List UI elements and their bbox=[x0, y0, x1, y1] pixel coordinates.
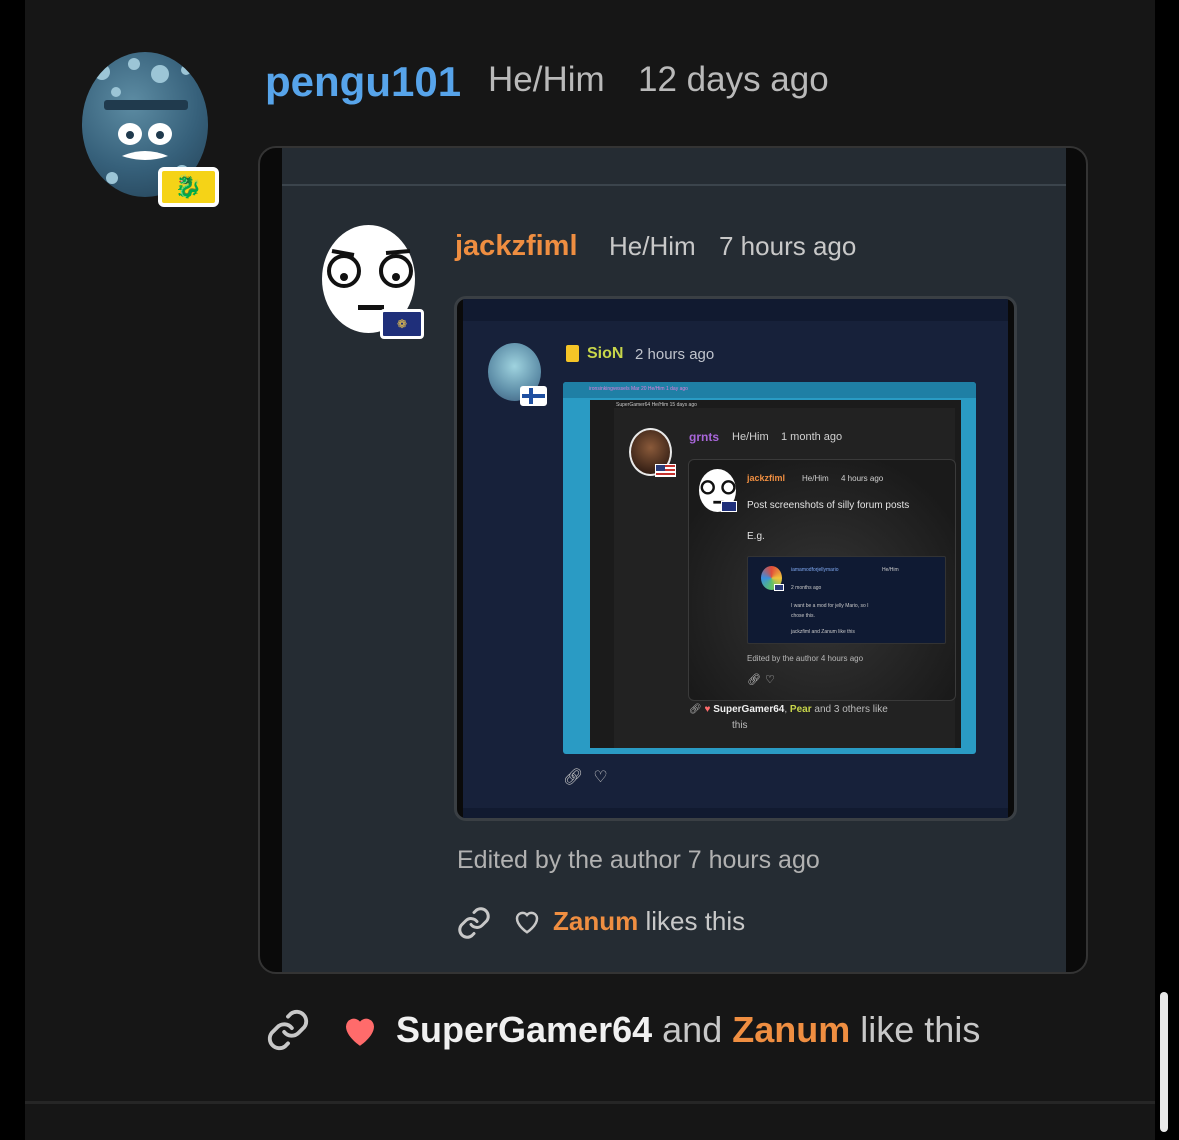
like-suffix: likes this bbox=[645, 906, 746, 936]
link-icon[interactable] bbox=[456, 905, 492, 941]
jack2-actions: 🔗︎♡ bbox=[747, 673, 779, 686]
quoted-likes: Zanum likes this bbox=[553, 906, 745, 937]
like-suffix: and 3 others like bbox=[814, 704, 888, 715]
quoted-pronouns: He/Him bbox=[609, 231, 696, 261]
flag-icon: ❁ bbox=[380, 309, 424, 339]
scrollbar[interactable] bbox=[1160, 992, 1168, 1132]
grnts-username[interactable]: grnts bbox=[689, 430, 719, 444]
nested-band-top bbox=[463, 299, 1008, 321]
mini-text: chose this. bbox=[791, 613, 815, 619]
quoted-username[interactable]: jackzfiml bbox=[455, 230, 578, 263]
mini-likes: jackzfiml and Zanum like this bbox=[791, 629, 855, 635]
mini-username: iamamodforjellymario bbox=[791, 567, 839, 573]
link-icon[interactable]: 🔗︎ bbox=[689, 704, 702, 715]
flag-icon bbox=[655, 464, 676, 477]
flag-icon bbox=[520, 386, 547, 406]
mini-timestamp: 2 months ago bbox=[791, 585, 822, 591]
link-icon[interactable]: 🔗︎ bbox=[563, 769, 593, 786]
like-separator: , bbox=[784, 704, 788, 715]
jack2-eg: E.g. bbox=[747, 531, 765, 542]
like-name[interactable]: SuperGamer64 bbox=[396, 1009, 652, 1050]
like-joiner: and bbox=[662, 1009, 723, 1050]
grnts-pronouns: He/Him bbox=[732, 431, 769, 443]
flag-icon: 🐉 bbox=[158, 167, 219, 207]
grnts-likes: 🔗︎ ♥ SuperGamer64, Pear and 3 others lik… bbox=[689, 704, 888, 715]
deep-header-text: ironsinkingvessels Mar 20 He/Him 1 day a… bbox=[589, 386, 688, 392]
heart-outline-icon[interactable]: ♡ bbox=[765, 674, 779, 686]
jack2-username[interactable]: jackzfiml bbox=[747, 473, 785, 483]
mini-text: I want be a mod for jelly Mario, so I bbox=[791, 603, 869, 609]
heart-filled-icon[interactable] bbox=[338, 1009, 382, 1051]
like-name[interactable]: Pear bbox=[790, 704, 812, 715]
heart-filled-icon[interactable]: ♥ bbox=[704, 704, 710, 715]
link-icon[interactable] bbox=[265, 1007, 311, 1053]
nested-username[interactable]: SioN bbox=[587, 345, 623, 363]
quoted-edited: Edited by the author 7 hours ago bbox=[457, 846, 820, 874]
jack2-pronouns: He/Him bbox=[802, 474, 829, 483]
post-likes: SuperGamer64 and Zanum like this bbox=[396, 1009, 980, 1051]
like-name[interactable]: Zanum bbox=[553, 906, 638, 936]
badge-icon bbox=[566, 345, 579, 362]
nested-actions: 🔗︎♡ bbox=[563, 767, 618, 787]
post-username[interactable]: pengu101 bbox=[265, 58, 461, 106]
flag-icon bbox=[721, 501, 737, 512]
heart-outline-icon[interactable] bbox=[512, 906, 542, 936]
link-icon[interactable]: 🔗︎ bbox=[747, 674, 765, 686]
mini-pronouns: He/Him bbox=[882, 567, 899, 573]
nested-timestamp[interactable]: 2 hours ago bbox=[635, 346, 714, 363]
jack2-edited: Edited by the author 4 hours ago bbox=[747, 654, 864, 663]
heart-outline-icon[interactable]: ♡ bbox=[593, 769, 617, 786]
like-suffix: like this bbox=[860, 1009, 981, 1050]
divider bbox=[25, 1101, 1155, 1104]
quoted-timestamp[interactable]: 7 hours ago bbox=[719, 231, 856, 262]
grnts-likes-cont: this bbox=[732, 720, 748, 731]
flag-icon bbox=[774, 584, 784, 591]
like-name[interactable]: SuperGamer64 bbox=[713, 704, 784, 715]
jack2-post-text: Post screenshots of silly forum posts bbox=[747, 500, 910, 511]
jack2-timestamp[interactable]: 4 hours ago bbox=[841, 474, 883, 483]
post-pronouns: He/Him bbox=[488, 60, 605, 99]
grnts-timestamp[interactable]: 1 month ago bbox=[781, 431, 842, 443]
nested-band-bottom bbox=[463, 808, 1008, 818]
deep-screenshot-header: ironsinkingvessels Mar 20 He/Him 1 day a… bbox=[563, 382, 976, 398]
like-name[interactable]: Zanum bbox=[732, 1009, 850, 1050]
post-timestamp[interactable]: 12 days ago bbox=[638, 60, 829, 100]
divider bbox=[282, 184, 1066, 186]
